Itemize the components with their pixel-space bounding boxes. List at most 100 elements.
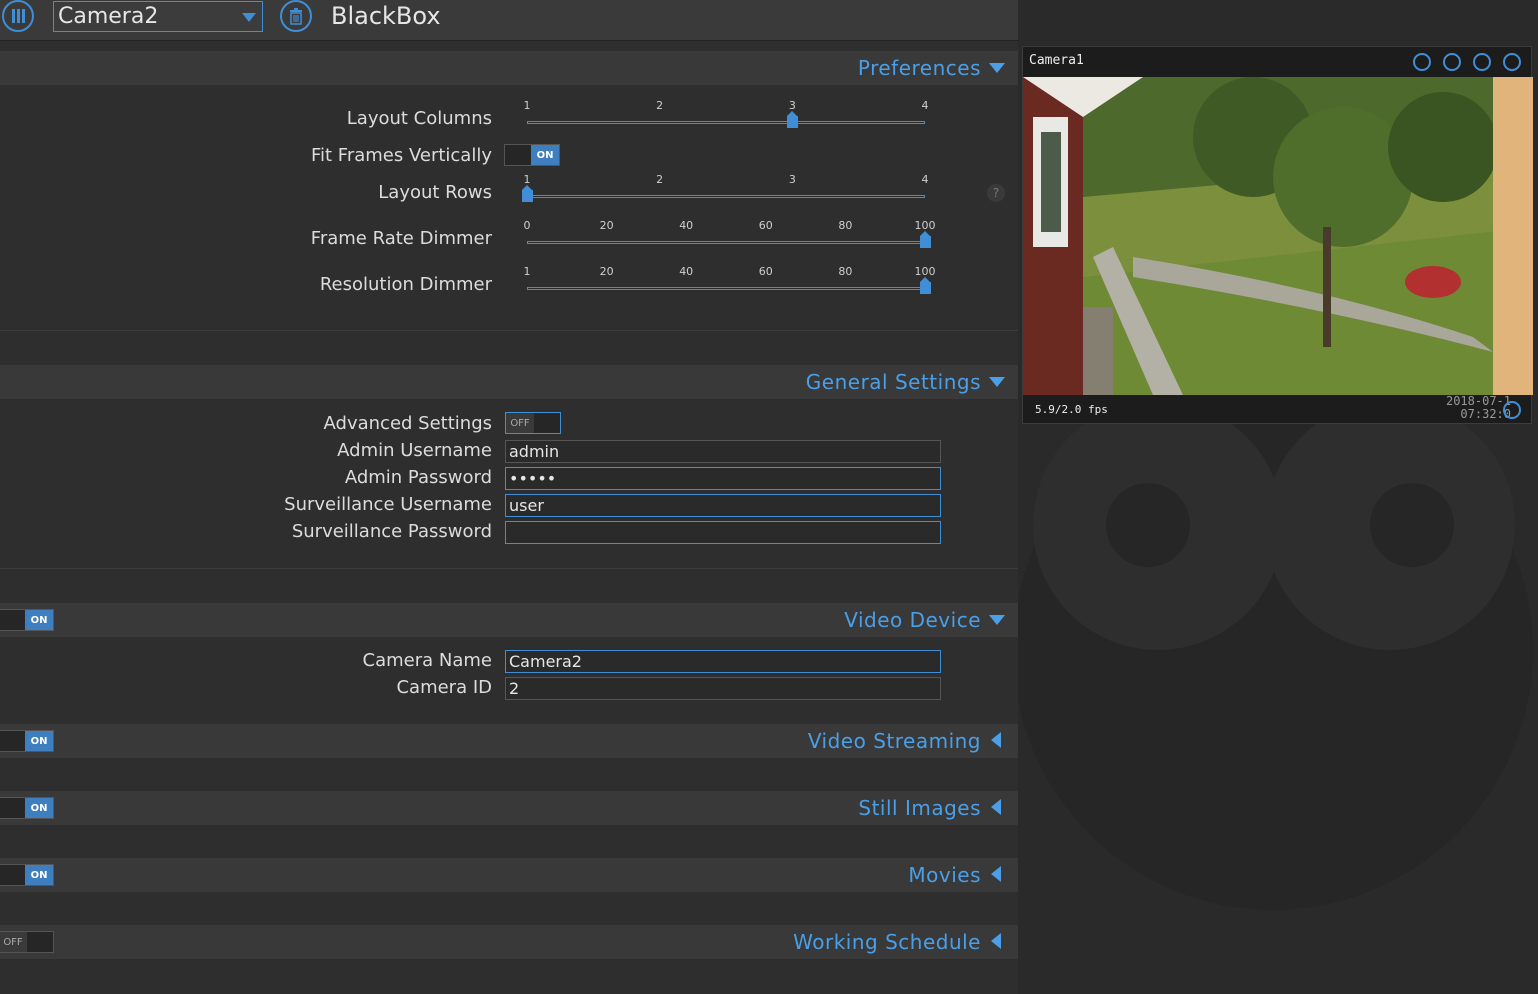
camera-name-label: Camera Name <box>362 650 492 671</box>
resolution-dimmer-slider[interactable]: 1 20 40 60 80 100 <box>524 265 936 294</box>
admin-password-label: Admin Password <box>344 467 492 488</box>
wrench-icon[interactable] <box>1503 53 1521 71</box>
section-title: Working Schedule <box>793 930 981 954</box>
slider-tick-label: 2 <box>656 99 664 112</box>
section-header-movies[interactable]: ON Movies <box>0 858 1018 892</box>
expand-down-icon <box>989 63 1005 73</box>
play-icon[interactable] <box>1473 53 1491 71</box>
surveillance-password-label: Surveillance Password <box>291 521 492 542</box>
picture-icon[interactable] <box>1443 53 1461 71</box>
slider-tick-label: 4 <box>921 99 929 112</box>
camera-select[interactable]: Camera2 <box>53 1 263 32</box>
slider-tick-label: 1 <box>523 99 531 112</box>
video-streaming-toggle[interactable]: ON <box>0 730 54 752</box>
layout-rows-slider[interactable]: 1234 <box>522 173 929 202</box>
menu-bars-icon <box>12 9 25 23</box>
working-schedule-toggle[interactable]: OFF <box>0 931 54 953</box>
advanced-settings-toggle[interactable]: OFF <box>505 412 561 434</box>
section-header-video-device[interactable]: ON Video Device <box>0 603 1018 637</box>
admin-username-label: Admin Username <box>337 440 492 461</box>
camera-frame[interactable]: Camera1 5.9/2.0 fps 2018-07-1 07:32:0 <box>1022 46 1533 424</box>
app-title: BlackBox <box>331 2 441 30</box>
section-header-still-images[interactable]: ON Still Images <box>0 791 1018 825</box>
camera-name-input[interactable]: Camera2 <box>505 650 941 673</box>
toggle-state: ON <box>25 865 53 885</box>
slider-tick-label: 40 <box>679 265 694 278</box>
slider-track[interactable] <box>527 121 925 124</box>
collapsed-arrow-icon <box>991 866 1001 882</box>
divider <box>0 568 1018 569</box>
fit-frames-toggle[interactable]: ON <box>504 144 560 166</box>
fit-frames-label: Fit Frames Vertically <box>310 145 492 166</box>
camera-settings-icon[interactable] <box>1503 401 1521 419</box>
chevron-down-icon <box>242 13 256 22</box>
collapsed-arrow-icon <box>991 799 1001 815</box>
camera-live-image <box>1023 77 1533 395</box>
toggle-state: ON <box>25 798 53 818</box>
slider-tick-label: 3 <box>788 173 796 186</box>
toggle-state: OFF <box>506 413 534 433</box>
slider-thumb[interactable] <box>787 111 799 128</box>
camera-id-input[interactable]: 2 <box>505 677 941 700</box>
admin-password-input[interactable]: ••••• <box>505 467 941 490</box>
section-header-working-schedule[interactable]: OFF Working Schedule <box>0 925 1018 959</box>
slider-thumb[interactable] <box>920 231 931 248</box>
toggle-state: ON <box>25 731 53 751</box>
slider-track[interactable] <box>527 287 925 290</box>
still-images-toggle[interactable]: ON <box>0 797 54 819</box>
slider-thumb[interactable] <box>522 185 533 202</box>
surveillance-password-input[interactable] <box>505 521 941 544</box>
slider-tick-label: 4 <box>921 173 929 186</box>
slider-track[interactable] <box>527 241 925 244</box>
video-device-toggle[interactable]: ON <box>0 609 54 631</box>
section-title: Video Streaming <box>807 729 981 753</box>
expand-down-icon <box>989 615 1005 625</box>
section-header-general-settings[interactable]: General Settings <box>0 365 1018 399</box>
layout-columns-slider[interactable]: 1234 <box>524 99 929 128</box>
advanced-settings-label: Advanced Settings <box>323 413 492 434</box>
surveillance-username-input[interactable]: user <box>505 494 941 517</box>
toggle-state: ON <box>531 145 559 165</box>
section-title: Video Device <box>844 608 981 632</box>
slider-tick-label: 80 <box>838 265 853 278</box>
toggle-state: ON <box>25 610 53 630</box>
frame-rate-dimmer-slider[interactable]: 0 20 40 60 80 100 <box>524 219 936 248</box>
slider-tick-label: 2 <box>656 173 664 186</box>
fullscreen-icon[interactable] <box>1413 53 1431 71</box>
trash-icon <box>290 8 302 25</box>
fps-readout: 5.9/2.0 fps <box>1035 403 1108 416</box>
expand-down-icon <box>989 377 1005 387</box>
admin-username-input[interactable]: admin <box>505 440 941 463</box>
camera-id-label: Camera ID <box>396 677 492 698</box>
slider-tick-label: 20 <box>599 219 614 232</box>
movies-toggle[interactable]: ON <box>0 864 54 886</box>
resolution-dimmer-label: Resolution Dimmer <box>319 274 492 295</box>
help-icon[interactable]: ? <box>987 184 1005 202</box>
camera-select-value: Camera2 <box>58 4 159 29</box>
section-header-preferences[interactable]: Preferences <box>0 51 1018 85</box>
layout-rows-label: Layout Rows <box>378 182 492 203</box>
collapsed-arrow-icon <box>991 732 1001 748</box>
camera-grid-panel: Camera1 5.9/2.0 fps 2018-07-1 07:32:0 <box>1018 0 1538 994</box>
slider-tick-label: 60 <box>758 219 773 232</box>
slider-track[interactable] <box>527 195 925 198</box>
remove-camera-button[interactable] <box>280 0 312 32</box>
divider <box>0 330 1018 331</box>
slider-tick-label: 40 <box>679 219 694 232</box>
slider-tick-label: 1 <box>523 265 531 278</box>
slider-tick-label: 80 <box>838 219 853 232</box>
section-title: General Settings <box>805 370 981 394</box>
slider-tick-label: 20 <box>599 265 614 278</box>
settings-panel: Camera2 BlackBox Preferences Layout Colu… <box>0 0 1018 994</box>
section-title: Movies <box>908 863 981 887</box>
slider-thumb[interactable] <box>920 277 931 294</box>
frame-rate-dimmer-label: Frame Rate Dimmer <box>310 228 492 249</box>
top-bar: Camera2 BlackBox <box>0 0 1018 41</box>
timestamp-date: 2018-07-1 <box>1445 394 1511 408</box>
menu-button[interactable] <box>2 0 34 32</box>
section-header-video-streaming[interactable]: ON Video Streaming <box>0 724 1018 758</box>
collapsed-arrow-icon <box>991 933 1001 949</box>
section-title: Still Images <box>858 796 981 820</box>
camera-frame-name: Camera1 <box>1029 53 1084 68</box>
toggle-state: OFF <box>0 932 27 952</box>
